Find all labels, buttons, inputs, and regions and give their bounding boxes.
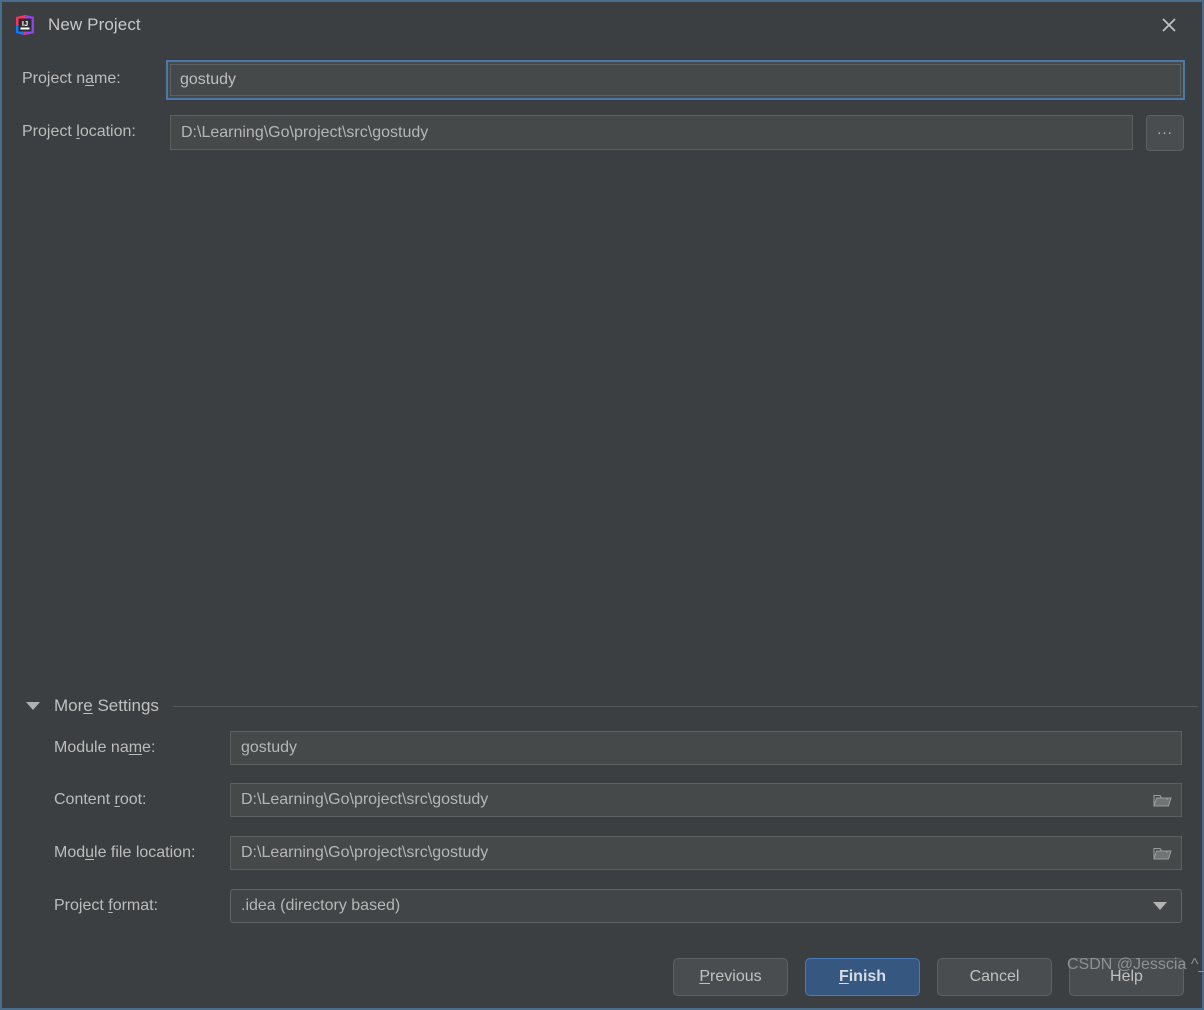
folder-icon[interactable] <box>1145 837 1181 871</box>
content-root-input-value: D:\Learning\Go\project\src\gostudy <box>241 791 489 808</box>
module-file-location-label-mnemonic: u <box>85 844 95 861</box>
previous-button-mnemonic: P <box>699 968 711 985</box>
project-format-label-post: ormat: <box>112 897 159 914</box>
module-name-row: Module name: gostudy <box>2 731 1202 765</box>
module-file-location-row: Module file location: D:\Learning\Go\pro… <box>2 836 1202 870</box>
dialog-button-bar: Previous Finish Cancel Help <box>2 958 1202 998</box>
close-icon[interactable] <box>1154 10 1184 40</box>
project-format-label: Project format: <box>54 897 158 915</box>
cancel-button-label: Cancel <box>969 968 1020 985</box>
content-root-input[interactable]: D:\Learning\Go\project\src\gostudy <box>230 783 1182 817</box>
chevron-down-icon <box>26 702 40 710</box>
dialog-title: New Project <box>48 14 141 34</box>
project-name-row: Project name: gostudy <box>2 60 1202 100</box>
project-format-label-pre: Project <box>54 897 109 914</box>
module-file-location-input[interactable]: D:\Learning\Go\project\src\gostudy <box>230 836 1182 870</box>
more-settings-section: More Settings <box>2 692 1202 720</box>
help-button[interactable]: Help <box>1069 958 1184 996</box>
content-root-row: Content root: D:\Learning\Go\project\src… <box>2 783 1202 817</box>
content-root-label-post: oot: <box>119 791 147 808</box>
module-file-location-label: Module file location: <box>54 844 195 862</box>
project-name-input-value: gostudy <box>170 64 1181 96</box>
browse-location-button[interactable]: ... <box>1146 115 1184 151</box>
project-location-row: Project location: D:\Learning\Go\project… <box>2 115 1202 151</box>
module-file-location-label-pre: Mod <box>54 844 86 861</box>
project-name-label-post: me: <box>94 70 121 87</box>
new-project-dialog: IJ New Project Project name: gostudy Pro… <box>0 0 1204 1010</box>
ellipsis-icon: ... <box>1157 121 1173 138</box>
project-name-label: Project name: <box>22 70 121 88</box>
more-settings-label-mnemonic: e <box>83 696 93 715</box>
module-name-label-pre: Module na <box>54 739 129 756</box>
module-name-label: Module name: <box>54 739 155 757</box>
project-location-input[interactable]: D:\Learning\Go\project\src\gostudy <box>170 115 1133 150</box>
project-name-label-mnemonic: a <box>85 70 95 87</box>
project-format-select[interactable]: .idea (directory based) <box>230 889 1182 923</box>
svg-text:IJ: IJ <box>22 19 28 28</box>
finish-button-mnemonic: F <box>838 968 849 985</box>
more-settings-toggle[interactable]: More Settings <box>26 696 159 716</box>
project-location-label-post: ocation: <box>79 123 136 140</box>
more-settings-label-post: Settings <box>92 696 159 715</box>
previous-button[interactable]: Previous <box>673 958 788 996</box>
more-settings-label: More Settings <box>54 696 159 716</box>
project-format-row: Project format: .idea (directory based) <box>2 889 1202 923</box>
project-location-label: Project location: <box>22 123 136 141</box>
cancel-button[interactable]: Cancel <box>937 958 1052 996</box>
more-settings-separator <box>172 705 1198 707</box>
previous-button-label: revious <box>710 968 762 985</box>
project-name-label-pre: Project n <box>22 70 86 87</box>
folder-icon[interactable] <box>1145 784 1181 818</box>
chevron-down-icon <box>1153 902 1167 910</box>
project-format-selected-value: .idea (directory based) <box>241 897 401 914</box>
finish-button[interactable]: Finish <box>805 958 920 996</box>
content-root-label: Content root: <box>54 791 147 809</box>
help-button-label: Help <box>1110 968 1143 985</box>
module-name-label-mnemonic: m <box>128 739 143 756</box>
more-settings-label-pre: Mor <box>54 696 84 715</box>
content-root-label-pre: Content <box>54 791 115 808</box>
module-name-input[interactable]: gostudy <box>230 731 1182 765</box>
module-name-label-post: e: <box>142 739 156 756</box>
project-location-label-pre: Project <box>22 123 77 140</box>
module-file-location-label-post: le file location: <box>94 844 196 861</box>
intellij-idea-icon: IJ <box>14 14 36 36</box>
finish-button-label: inish <box>848 968 887 985</box>
module-file-location-input-value: D:\Learning\Go\project\src\gostudy <box>241 844 489 861</box>
project-name-input[interactable]: gostudy <box>166 60 1185 100</box>
title-bar: IJ New Project <box>2 2 1202 47</box>
